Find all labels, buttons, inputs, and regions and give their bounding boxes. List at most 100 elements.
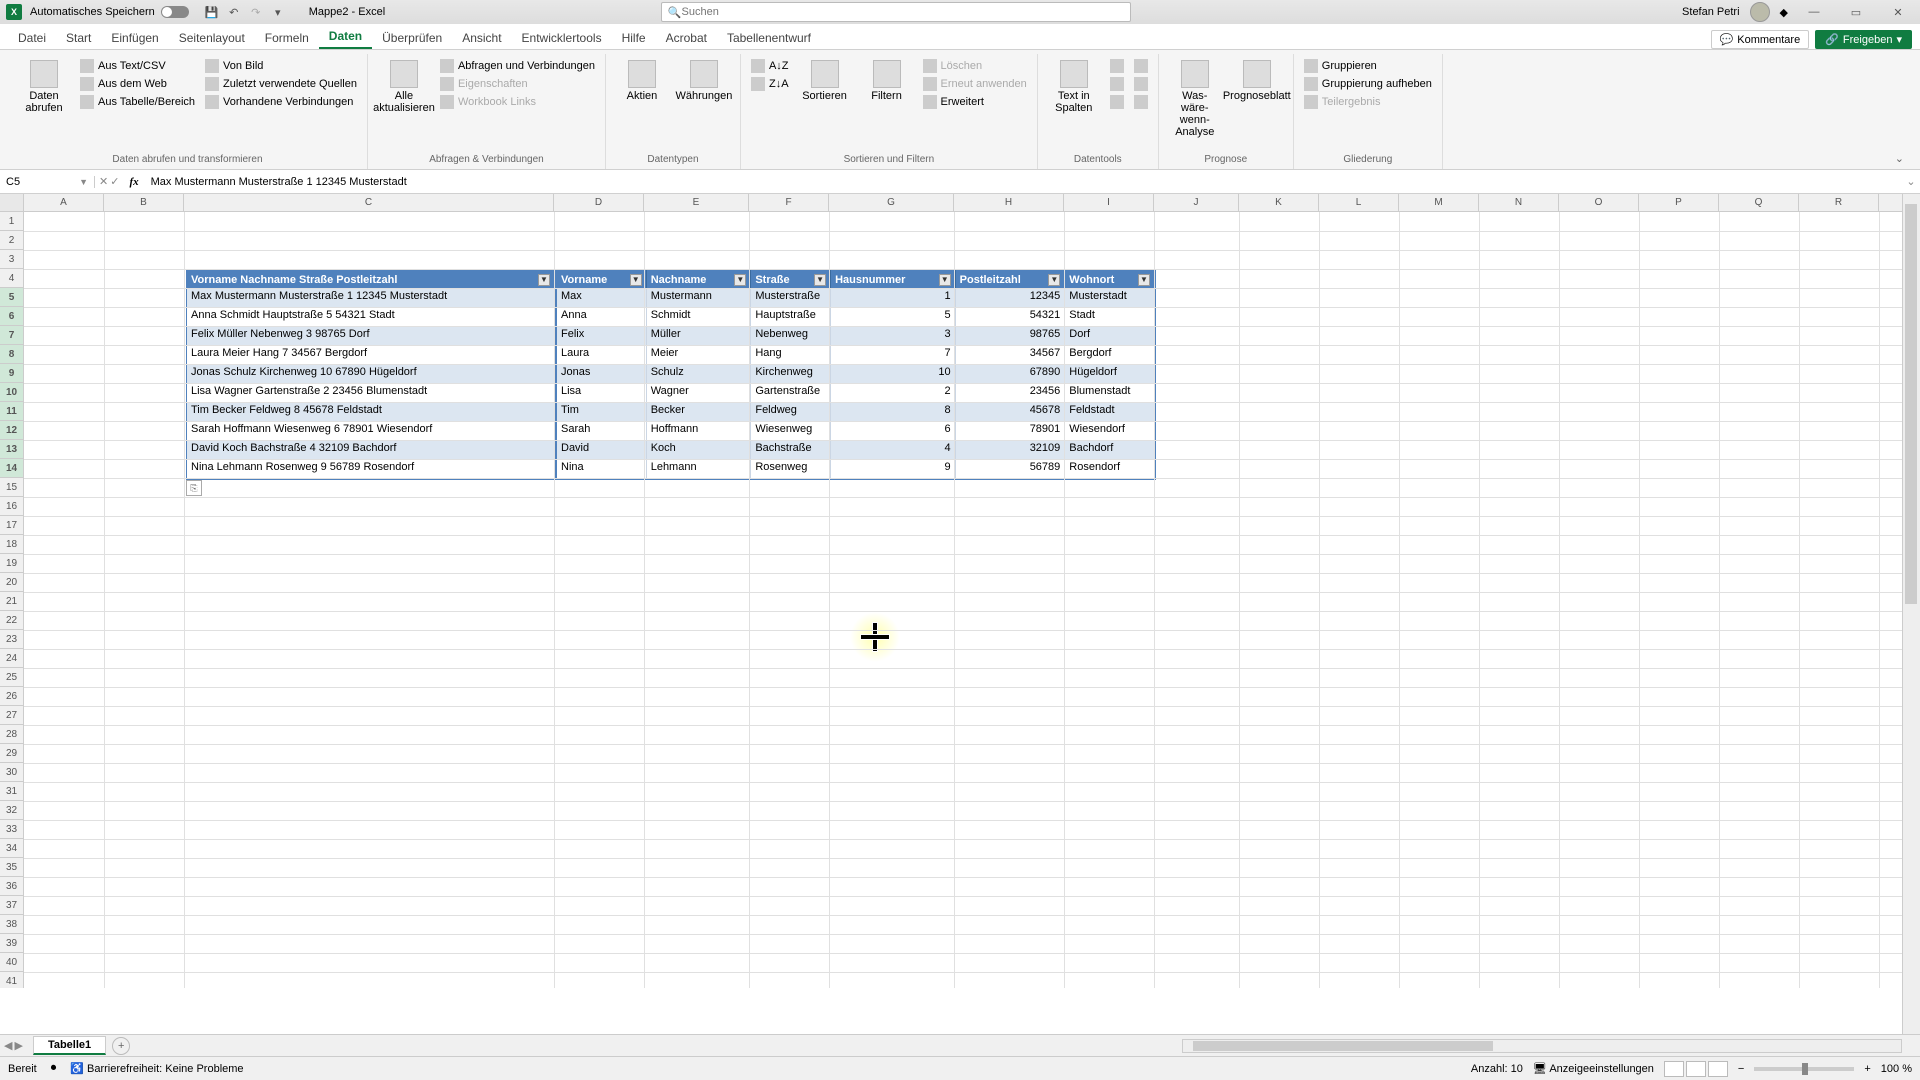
- forecast-button[interactable]: Prognoseblatt: [1229, 58, 1285, 104]
- table-row[interactable]: NinaLehmannRosenweg956789Rosendorf: [557, 460, 1155, 479]
- tool-icon-6[interactable]: [1132, 94, 1150, 110]
- ribbon-item[interactable]: Aus dem Web: [78, 76, 197, 92]
- tab-acrobat[interactable]: Acrobat: [656, 27, 717, 49]
- sort-az-button[interactable]: A↓Z: [749, 58, 791, 74]
- filter-dropdown-icon[interactable]: ▼: [630, 274, 642, 286]
- tool-icon-1[interactable]: [1108, 58, 1126, 74]
- filter-button[interactable]: Filtern: [859, 58, 915, 104]
- datatype-button[interactable]: Währungen: [676, 58, 732, 104]
- tab-ansicht[interactable]: Ansicht: [452, 27, 511, 49]
- table-row[interactable]: JonasSchulzKirchenweg1067890Hügeldorf: [557, 365, 1155, 384]
- row-header[interactable]: 24: [0, 649, 24, 668]
- table-row[interactable]: SarahHoffmannWiesenweg678901Wiesendorf: [557, 422, 1155, 441]
- ribbon-item[interactable]: Aus Text/CSV: [78, 58, 197, 74]
- tool-icon-3[interactable]: [1108, 94, 1126, 110]
- formula-input[interactable]: Max Mustermann Musterstraße 1 12345 Must…: [145, 176, 1902, 188]
- user-name[interactable]: Stefan Petri: [1682, 6, 1739, 18]
- tool-icon-4[interactable]: [1132, 58, 1150, 74]
- table-row[interactable]: Max Mustermann Musterstraße 1 12345 Must…: [187, 289, 555, 308]
- tab-datei[interactable]: Datei: [8, 27, 56, 49]
- table-row[interactable]: FelixMüllerNebenweg398765Dorf: [557, 327, 1155, 346]
- column-header-D[interactable]: D: [554, 194, 644, 211]
- table-header[interactable]: Vorname▼: [557, 270, 647, 289]
- row-header[interactable]: 20: [0, 573, 24, 592]
- tab-entwicklertools[interactable]: Entwicklertools: [512, 27, 612, 49]
- column-header-E[interactable]: E: [644, 194, 749, 211]
- column-header-P[interactable]: P: [1639, 194, 1719, 211]
- datatype-button[interactable]: Aktien: [614, 58, 670, 104]
- vertical-scrollbar[interactable]: [1902, 194, 1920, 1034]
- table-row[interactable]: Felix Müller Nebenweg 3 98765 Dorf: [187, 327, 555, 346]
- table-header[interactable]: Hausnummer▼: [831, 270, 956, 289]
- table-row[interactable]: Sarah Hoffmann Wiesenweg 6 78901 Wiesend…: [187, 422, 555, 441]
- row-header[interactable]: 37: [0, 896, 24, 915]
- table-header[interactable]: Nachname▼: [647, 270, 752, 289]
- tab-einfügen[interactable]: Einfügen: [101, 27, 168, 49]
- row-header[interactable]: 41: [0, 972, 24, 988]
- table-row[interactable]: LisaWagnerGartenstraße223456Blumenstadt: [557, 384, 1155, 403]
- ribbon-item[interactable]: Zuletzt verwendete Quellen: [203, 76, 359, 92]
- tool-icon-2[interactable]: [1108, 76, 1126, 92]
- view-pagebreak-button[interactable]: [1708, 1061, 1728, 1077]
- get-data-button[interactable]: Daten abrufen: [16, 58, 72, 116]
- row-header[interactable]: 22: [0, 611, 24, 630]
- search-input[interactable]: [682, 6, 1124, 18]
- collapse-ribbon-icon[interactable]: ⌄: [1887, 148, 1912, 169]
- row-header[interactable]: 12: [0, 421, 24, 440]
- record-macro-icon[interactable]: ⏺: [51, 1062, 57, 1075]
- sort-za-button[interactable]: Z↓A: [749, 76, 791, 92]
- close-button[interactable]: ✕: [1882, 2, 1914, 22]
- column-header-B[interactable]: B: [104, 194, 184, 211]
- share-button[interactable]: 🔗 Freigeben ▾: [1815, 30, 1912, 49]
- tab-seitenlayout[interactable]: Seitenlayout: [169, 27, 255, 49]
- row-header[interactable]: 36: [0, 877, 24, 896]
- column-header-H[interactable]: H: [954, 194, 1064, 211]
- tab-tabellenentwurf[interactable]: Tabellenentwurf: [717, 27, 821, 49]
- column-header-M[interactable]: M: [1399, 194, 1479, 211]
- row-header[interactable]: 30: [0, 763, 24, 782]
- table-row[interactable]: David Koch Bachstraße 4 32109 Bachdorf: [187, 441, 555, 460]
- row-header[interactable]: 26: [0, 687, 24, 706]
- add-sheet-button[interactable]: +: [112, 1037, 130, 1055]
- ribbon-item[interactable]: Aus Tabelle/Bereich: [78, 94, 197, 110]
- refresh-all-button[interactable]: Alle aktualisieren: [376, 58, 432, 116]
- row-header[interactable]: 10: [0, 383, 24, 402]
- row-header[interactable]: 33: [0, 820, 24, 839]
- column-header-I[interactable]: I: [1064, 194, 1154, 211]
- table-row[interactable]: TimBeckerFeldweg845678Feldstadt: [557, 403, 1155, 422]
- filter-dropdown-icon[interactable]: ▼: [939, 274, 951, 286]
- fx-icon[interactable]: fx: [123, 176, 144, 188]
- sort-button[interactable]: Sortieren: [797, 58, 853, 104]
- column-header-R[interactable]: R: [1799, 194, 1879, 211]
- row-header[interactable]: 23: [0, 630, 24, 649]
- filter-dropdown-icon[interactable]: ▼: [538, 274, 550, 286]
- table-row[interactable]: Nina Lehmann Rosenweg 9 56789 Rosendorf: [187, 460, 555, 479]
- table-header[interactable]: Straße▼: [751, 270, 831, 289]
- row-header[interactable]: 1: [0, 212, 24, 231]
- tab-start[interactable]: Start: [56, 27, 101, 49]
- table-header[interactable]: Postleitzahl▼: [956, 270, 1066, 289]
- ribbon-item[interactable]: Erweitert: [921, 94, 1029, 110]
- tool-icon-5[interactable]: [1132, 76, 1150, 92]
- row-header[interactable]: 13: [0, 440, 24, 459]
- select-all-triangle[interactable]: [0, 194, 24, 211]
- row-header[interactable]: 11: [0, 402, 24, 421]
- table-header[interactable]: Wohnort▼: [1065, 270, 1155, 289]
- table-row[interactable]: AnnaSchmidtHauptstraße554321Stadt: [557, 308, 1155, 327]
- row-header[interactable]: 6: [0, 307, 24, 326]
- zoom-level[interactable]: 100 %: [1881, 1063, 1912, 1075]
- row-header[interactable]: 34: [0, 839, 24, 858]
- row-header[interactable]: 17: [0, 516, 24, 535]
- row-header[interactable]: 3: [0, 250, 24, 269]
- table-row[interactable]: Anna Schmidt Hauptstraße 5 54321 Stadt: [187, 308, 555, 327]
- column-header-A[interactable]: A: [24, 194, 104, 211]
- row-header[interactable]: 35: [0, 858, 24, 877]
- table-row[interactable]: Laura Meier Hang 7 34567 Bergdorf: [187, 346, 555, 365]
- expand-fx-icon[interactable]: ⌄: [1902, 175, 1920, 188]
- row-header[interactable]: 28: [0, 725, 24, 744]
- redo-icon[interactable]: ↷: [247, 3, 265, 21]
- view-normal-button[interactable]: [1664, 1061, 1684, 1077]
- row-header[interactable]: 19: [0, 554, 24, 573]
- filter-dropdown-icon[interactable]: ▼: [1048, 274, 1060, 286]
- tab-hilfe[interactable]: Hilfe: [612, 27, 656, 49]
